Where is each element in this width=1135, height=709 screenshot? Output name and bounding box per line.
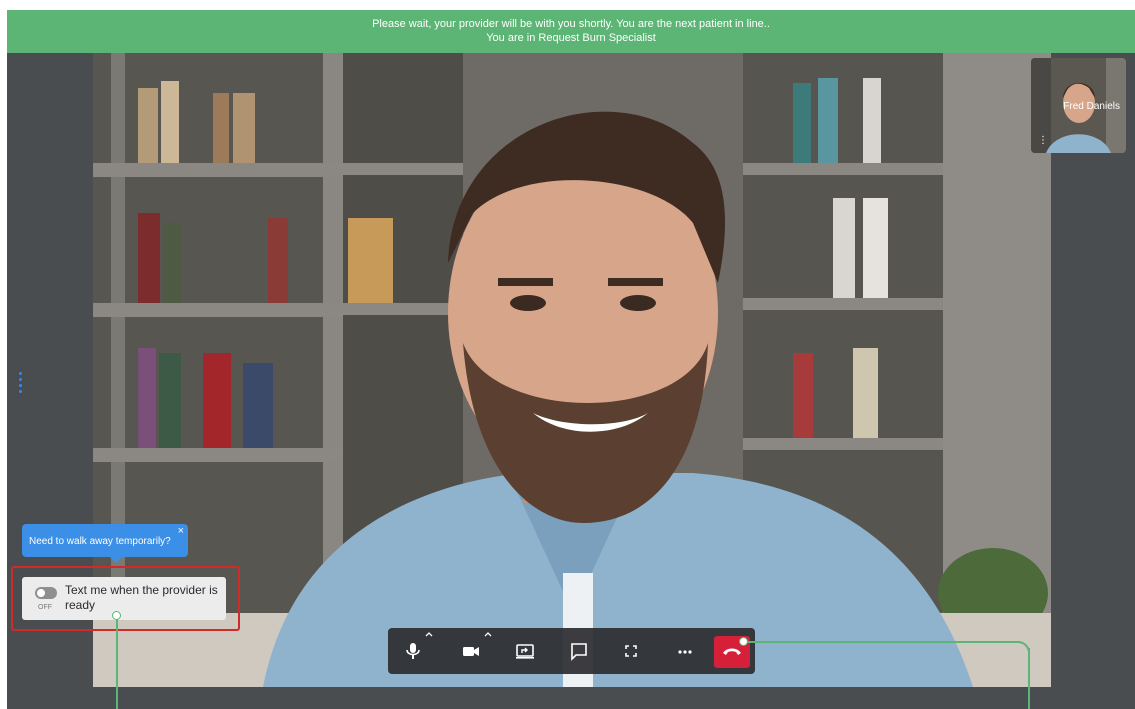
fullscreen-button[interactable]	[620, 641, 642, 661]
self-view-name: Fred Daniels	[1063, 101, 1120, 112]
annotation-dot	[739, 637, 748, 646]
text-me-toggle-card[interactable]: OFF Text me when the provider is ready	[22, 577, 226, 620]
close-icon[interactable]: ×	[178, 525, 184, 537]
fullscreen-icon	[625, 645, 637, 657]
text-me-toggle[interactable]	[35, 587, 57, 599]
text-me-label: Text me when the provider is ready	[65, 583, 218, 612]
banner-queue-name: You are in Request Burn Specialist	[486, 32, 656, 44]
call-controls-bar	[388, 628, 755, 674]
annotation-line	[116, 616, 118, 709]
video-call-window: Please wait, your provider will be with …	[7, 10, 1135, 709]
walk-away-tooltip: Need to walk away temporarily? ×	[22, 524, 188, 563]
phone-hangup-icon	[723, 648, 741, 655]
toggle-state-label: OFF	[38, 604, 52, 611]
chat-bubble-icon	[571, 643, 587, 661]
microphone-icon	[406, 643, 420, 659]
more-vertical-icon[interactable]: ⋮	[1038, 136, 1048, 146]
tooltip-text: Need to walk away temporarily?	[29, 536, 171, 547]
annotation-dot	[112, 611, 121, 620]
more-options-button[interactable]	[674, 641, 696, 661]
chevron-up-icon[interactable]	[484, 631, 492, 637]
share-screen-button[interactable]	[514, 641, 536, 661]
chevron-up-icon[interactable]	[425, 631, 433, 637]
screen-share-icon	[516, 644, 534, 659]
chat-button[interactable]	[568, 641, 590, 661]
banner-message: Please wait, your provider will be with …	[372, 18, 770, 30]
camera-button[interactable]	[460, 641, 482, 661]
microphone-button[interactable]	[402, 641, 424, 661]
side-panel-handle-icon[interactable]	[19, 372, 23, 396]
annotation-line	[1028, 648, 1030, 709]
waiting-banner: Please wait, your provider will be with …	[7, 10, 1135, 53]
more-horizontal-icon	[678, 650, 692, 654]
annotation-line	[747, 641, 1021, 643]
video-camera-icon	[463, 647, 479, 656]
self-view-thumbnail[interactable]: Fred Daniels ⋮	[1031, 58, 1126, 153]
